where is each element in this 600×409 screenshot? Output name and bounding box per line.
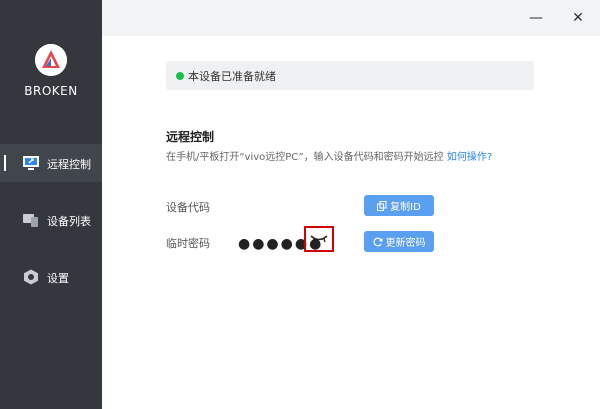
main-panel: — ✕ 本设备已准备就绪 远程控制 在手机/平板打开“vivo远控PC”，输入设… [102,0,600,409]
eye-closed-icon [310,235,328,244]
copy-icon [377,200,387,211]
settings-icon [22,269,40,285]
toggle-password-visibility[interactable] [304,226,334,252]
section-title: 远程控制 [166,130,215,144]
refresh-icon [372,237,382,246]
refresh-password-label: 更新密码 [385,238,426,249]
section-description: 在手机/平板打开“vivo远控PC”，输入设备代码和密码开始远控 如何操作? [166,148,492,163]
sidebar: BROKEN 远程控制 设备列表 设置 [0,0,102,409]
brand-logo-icon [35,44,67,76]
description-text: 在手机/平板打开“vivo远控PC”，输入设备代码和密码开始远控 [166,152,444,163]
title-bar: — ✕ [102,0,600,36]
copy-id-label: 复制ID [390,202,421,213]
brand-name: BROKEN [24,84,78,98]
close-button[interactable]: ✕ [568,8,588,28]
device-code-label: 设备代码 [166,201,210,214]
status-banner: 本设备已准备就绪 [166,61,534,90]
status-text: 本设备已准备就绪 [188,70,276,83]
active-indicator [4,155,6,171]
sidebar-item-settings[interactable]: 设置 [0,258,102,296]
remote-control-icon [22,155,40,171]
sidebar-item-label: 设置 [47,272,69,285]
sidebar-item-label: 远程控制 [47,158,91,171]
device-list-icon [22,212,40,228]
minimize-button[interactable]: — [526,8,546,28]
temp-password-label: 临时密码 [166,237,210,250]
sidebar-item-device-list[interactable]: 设备列表 [0,201,102,239]
help-link[interactable]: 如何操作? [447,152,492,163]
status-dot-icon [176,72,184,80]
logo [35,44,67,76]
sidebar-item-label: 设备列表 [47,215,91,228]
sidebar-item-remote-control[interactable]: 远程控制 [0,144,102,182]
app-window: BROKEN 远程控制 设备列表 设置 — ✕ 本设备已准备就绪 远程控制 在手… [0,0,600,409]
copy-id-button[interactable]: 复制ID [364,195,434,216]
refresh-password-button[interactable]: 更新密码 [364,231,434,252]
